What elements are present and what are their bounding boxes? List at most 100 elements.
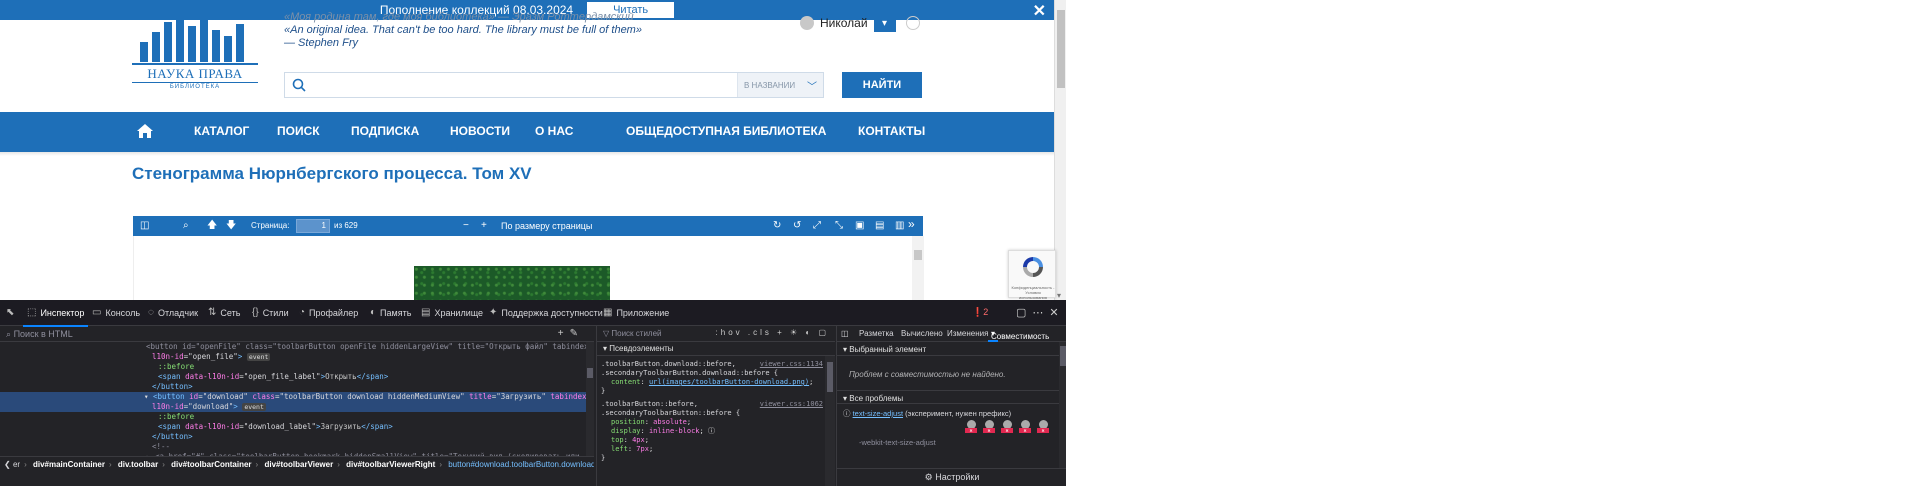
html-line[interactable]: <span data-l10n-id="open_file_label">Отк… (0, 372, 586, 382)
tab-profiler[interactable]: ◔ Профайлер (299, 307, 358, 318)
css-property[interactable]: left (611, 445, 628, 453)
html-line[interactable]: <!-- (0, 442, 586, 452)
breadcrumb-item[interactable]: div#toolbarContainer (171, 460, 251, 469)
html-line-selected[interactable]: ▾ <button id="download" class="toolbarBu… (0, 392, 586, 402)
html-line[interactable]: </button> (0, 432, 586, 442)
breadcrumb-item[interactable]: div#toolbarViewerRight (346, 460, 435, 469)
nav-item-search[interactable]: ПОИСК (277, 124, 320, 138)
html-line[interactable]: </button> (0, 382, 586, 392)
chevron-down-icon[interactable]: ▾ (873, 14, 896, 32)
css-value[interactable]: 7px (636, 445, 649, 453)
arrow-down-icon[interactable]: 🡇 (226, 219, 236, 233)
styles-scrollbar[interactable] (825, 356, 835, 486)
more-tools-icon[interactable]: » (908, 217, 915, 231)
html-line[interactable]: ::before (0, 412, 586, 422)
element-picker-icon[interactable]: ⬉ (6, 307, 14, 318)
folder-icon[interactable]: ▤ (875, 219, 884, 233)
chevron-left-icon[interactable]: ❮ (4, 460, 11, 469)
site-logo[interactable]: НАУКА ПРАВА БИБЛИОТЕКА (132, 16, 258, 90)
rotate-cw-icon[interactable]: ↻ (773, 219, 781, 233)
tab-accessibility[interactable]: ✦ Поддержка доступности (489, 307, 603, 318)
search-icon[interactable]: ⌕ (183, 219, 189, 233)
styles-filter-input[interactable]: ▽ Поиск стилей :hov .cls + ☀ ◐ ▢ (597, 326, 835, 342)
zoom-in-icon[interactable]: + (481, 219, 487, 233)
circle-icon[interactable] (905, 16, 920, 30)
tab-layout[interactable]: Разметка (859, 329, 894, 338)
tab-storage[interactable]: ▤ Хранилище (421, 307, 483, 318)
tab-application[interactable]: ▦ Приложение (603, 307, 669, 318)
search-submit-button[interactable]: НАЙТИ (842, 72, 922, 98)
nav-item-about[interactable]: О НАС (535, 124, 573, 138)
css-rules[interactable]: .toolbarButton.download::before, viewer.c… (597, 356, 825, 486)
tab-inspector[interactable]: ⬚ Инспектор (22, 307, 89, 327)
search-scope-select[interactable]: В НАЗВАНИИ ﹀ (737, 73, 823, 97)
pdf-viewer-area[interactable] (133, 236, 924, 300)
css-property[interactable]: content (611, 378, 641, 386)
zoom-out-icon[interactable]: − (463, 219, 469, 233)
nav-item-subscription[interactable]: ПОДПИСКА (351, 124, 419, 138)
css-property[interactable]: display (611, 427, 641, 435)
page-scrollbar-thumb[interactable] (1057, 10, 1065, 88)
breadcrumb-item[interactable]: er (13, 460, 20, 469)
open-file-icon[interactable]: ▣ (855, 219, 864, 233)
compat-scrollbar[interactable] (1059, 342, 1066, 468)
tab-styles[interactable]: {} Стили (252, 307, 289, 318)
html-tools-icons[interactable]: +✎ (558, 328, 584, 339)
arrow-up-icon[interactable]: 🡅 (207, 219, 217, 233)
nav-item-catalog[interactable]: КАТАЛОГ (194, 124, 249, 138)
sidebar-toggle-icon[interactable]: ◫ (140, 219, 149, 233)
info-icon[interactable]: ⓘ (708, 427, 715, 435)
nav-item-public-library[interactable]: ОБЩЕДОСТУПНАЯ БИБЛИОТЕКА (626, 124, 826, 138)
zoom-select[interactable]: По размеру страницы ⇕ (501, 219, 601, 245)
css-property[interactable]: top (611, 436, 624, 444)
recaptcha-badge[interactable]: Конфиденциальность - Условия использован… (1008, 250, 1056, 300)
css-source-link[interactable]: viewer.css:1134 (760, 360, 823, 369)
html-line[interactable]: <span data-l10n-id="download_label">Загр… (0, 422, 586, 432)
selected-element-header[interactable]: ▾ Выбранный элемент (837, 342, 1059, 356)
fullscreen-icon[interactable]: ⤢ (813, 219, 821, 233)
nav-item-contacts[interactable]: КОНТАКТЫ (858, 124, 925, 138)
download-icon[interactable]: ▥ (895, 219, 904, 233)
layout-icon[interactable]: ◫ (841, 329, 849, 338)
rotate-ccw-icon[interactable]: ↺ (793, 219, 801, 233)
tab-computed[interactable]: Вычислено (901, 329, 943, 338)
issue-property-link[interactable]: text-size-adjust (853, 409, 903, 418)
user-menu[interactable]: Николай ▾ (800, 14, 920, 32)
pseudo-elements-header[interactable]: ▾ Псевдоэлементы (597, 342, 835, 356)
html-search-input[interactable]: ⌕ Поиск в HTML +✎ (0, 326, 594, 342)
close-icon[interactable]: ✕ (1033, 1, 1046, 21)
tab-compat[interactable]: Совместимость ▾ (987, 329, 1049, 342)
css-value[interactable]: absolute (653, 418, 687, 426)
tab-changes[interactable]: Изменения (947, 329, 988, 338)
breadcrumb-item[interactable]: div#mainContainer (33, 460, 105, 469)
tab-memory[interactable]: ◐ Память (370, 307, 411, 318)
pdf-scrollbar[interactable] (912, 236, 924, 300)
tab-debugger[interactable]: ◌ Отладчик (148, 307, 198, 318)
tab-console[interactable]: ▭ Консоль (92, 307, 140, 318)
tab-network[interactable]: ⇅ Сеть (208, 307, 240, 318)
page-number-input[interactable]: 1 (296, 219, 330, 233)
devtools-window-icons[interactable]: ▢⋯✕ (1016, 306, 1065, 319)
search-input[interactable] (313, 75, 733, 95)
html-tree[interactable]: <button id="openFile" class="toolbarButt… (0, 342, 594, 456)
home-icon[interactable] (136, 123, 154, 139)
html-line[interactable]: ::before (0, 362, 586, 372)
css-value[interactable]: 4px (632, 436, 645, 444)
presentation-icon[interactable]: ⤡ (835, 219, 843, 233)
nav-item-news[interactable]: НОВОСТИ (450, 124, 510, 138)
html-line-selected[interactable]: l10n-id="download"> event (0, 402, 586, 412)
html-line[interactable]: <button id="openFile" class="toolbarButt… (0, 342, 586, 352)
html-line[interactable]: l10n-id="open_file"> event (0, 352, 586, 362)
html-tree-scrollbar[interactable] (586, 342, 594, 456)
error-count-badge[interactable]: ❗2 (972, 307, 988, 318)
breadcrumb-item[interactable]: div.toolbar (118, 460, 158, 469)
settings-button[interactable]: ⚙ Настройки (837, 468, 1066, 486)
css-value[interactable]: inline-block (649, 427, 700, 435)
user-name[interactable]: Николай (820, 16, 868, 30)
css-source-link[interactable]: viewer.css:1062 (760, 400, 823, 409)
css-value[interactable]: url(images/toolbarButton-download.png) (649, 378, 809, 386)
styles-tools[interactable]: :hov .cls + ☀ ◐ ▢ (716, 328, 829, 337)
breadcrumb-item-current[interactable]: button#download.toolbarButton.download.h… (448, 460, 594, 469)
css-property[interactable]: position (611, 418, 645, 426)
scroll-down-icon[interactable]: ▾ (1057, 291, 1061, 300)
